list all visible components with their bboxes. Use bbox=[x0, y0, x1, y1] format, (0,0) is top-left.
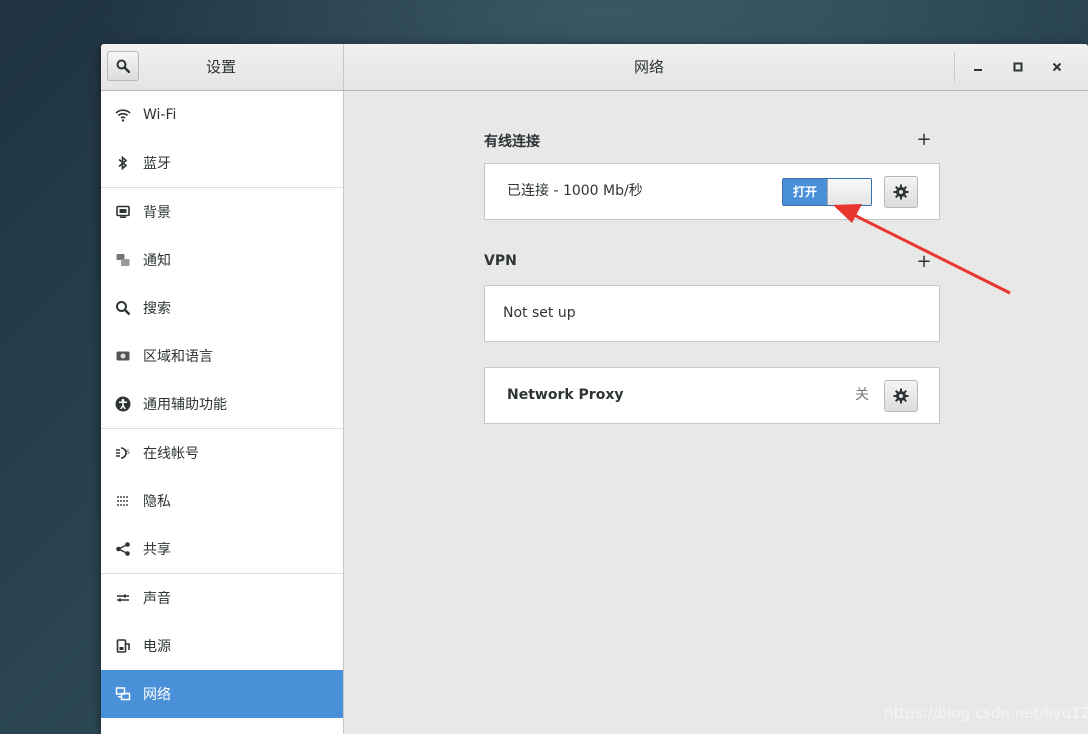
proxy-settings-button[interactable] bbox=[884, 380, 918, 412]
wired-status: 已连接 - 1000 Mb/秒 bbox=[507, 183, 643, 199]
sidebar-item-label: Wi-Fi bbox=[143, 107, 177, 123]
sidebar-item-label: 通用辅助功能 bbox=[143, 397, 227, 413]
page-title: 网络 bbox=[633, 58, 664, 76]
share-icon bbox=[115, 541, 131, 557]
sound-icon bbox=[115, 590, 131, 606]
sidebar-item-label: 电源 bbox=[143, 639, 171, 655]
sidebar-item-privacy[interactable]: 隐私 bbox=[101, 477, 343, 525]
wifi-icon bbox=[115, 107, 131, 123]
vpn-section-title: VPN bbox=[484, 253, 517, 269]
sidebar-item-label: 隐私 bbox=[143, 494, 171, 510]
minimize-icon bbox=[974, 69, 982, 71]
close-icon bbox=[1052, 62, 1062, 72]
header-sidebar-section: 设置 bbox=[101, 44, 344, 90]
add-wired-button[interactable]: + bbox=[915, 129, 933, 150]
vpn-panel: Not set up bbox=[484, 285, 940, 342]
network-icon bbox=[115, 686, 131, 702]
search-icon bbox=[116, 59, 130, 73]
app-title: 设置 bbox=[205, 58, 236, 76]
sidebar-item-region[interactable]: 区域和语言 bbox=[101, 332, 343, 380]
power-icon bbox=[115, 638, 131, 654]
background-icon bbox=[115, 204, 131, 220]
close-button[interactable] bbox=[1045, 55, 1069, 79]
watermark: https://blog.csdn.net/liyu121 bbox=[884, 704, 1088, 722]
sidebar-item-accessibility[interactable]: 通用辅助功能 bbox=[101, 380, 343, 428]
sidebar-item-label: 蓝牙 bbox=[143, 156, 171, 172]
sidebar-item-label: 网络 bbox=[143, 687, 171, 703]
proxy-label: Network Proxy bbox=[507, 387, 624, 403]
sidebar-item-label: 共享 bbox=[143, 542, 171, 558]
sidebar-item-label: 通知 bbox=[143, 253, 171, 269]
search-icon bbox=[115, 300, 131, 316]
privacy-icon bbox=[115, 493, 131, 509]
sidebar-item-label: 搜索 bbox=[143, 301, 171, 317]
sidebar: Wi-Fi 蓝牙 背景 通知 搜索 区域和语言 通用辅助功能 S 在线帐号 隐私… bbox=[101, 91, 344, 734]
sidebar-item-notifications[interactable]: 通知 bbox=[101, 236, 343, 284]
notification-icon bbox=[115, 252, 131, 268]
sidebar-item-label: 在线帐号 bbox=[143, 446, 199, 462]
sidebar-item-label: 区域和语言 bbox=[143, 349, 213, 365]
minimize-button[interactable] bbox=[966, 55, 990, 79]
search-button[interactable] bbox=[107, 51, 139, 81]
sidebar-item-wifi[interactable]: Wi-Fi bbox=[101, 91, 343, 139]
header-separator bbox=[954, 52, 955, 82]
settings-window: 设置 网络 Wi-Fi 蓝牙 背景 通知 搜索 区域和语言 通用辅助功能 S 在… bbox=[101, 44, 1088, 734]
online-accounts-icon: S bbox=[115, 445, 131, 461]
proxy-state: 关 bbox=[855, 387, 869, 403]
sidebar-item-search[interactable]: 搜索 bbox=[101, 284, 343, 332]
network-proxy-row[interactable]: Network Proxy 关 bbox=[484, 367, 940, 424]
switch-knob bbox=[827, 179, 871, 205]
add-vpn-button[interactable]: + bbox=[915, 251, 933, 272]
sidebar-item-sound[interactable]: 声音 bbox=[101, 574, 343, 622]
wired-settings-button[interactable] bbox=[884, 176, 918, 208]
sidebar-item-network[interactable]: 网络 bbox=[101, 670, 343, 718]
switch-on-label: 打开 bbox=[783, 179, 827, 205]
sidebar-item-background[interactable]: 背景 bbox=[101, 188, 343, 236]
wired-toggle-switch[interactable]: 打开 bbox=[782, 178, 872, 206]
sidebar-item-bluetooth[interactable]: 蓝牙 bbox=[101, 139, 343, 187]
wired-section-title: 有线连接 bbox=[484, 134, 540, 150]
wired-connection-panel: 已连接 - 1000 Mb/秒 打开 bbox=[484, 163, 940, 220]
sidebar-item-power[interactable]: 电源 bbox=[101, 622, 343, 670]
network-content: 有线连接 + 已连接 - 1000 Mb/秒 打开 VPN + Not set … bbox=[344, 91, 1088, 734]
svg-text:S: S bbox=[126, 449, 130, 456]
bluetooth-icon bbox=[115, 155, 131, 171]
gear-icon bbox=[893, 388, 909, 404]
maximize-icon bbox=[1013, 62, 1023, 72]
gear-icon bbox=[893, 184, 909, 200]
sidebar-item-sharing[interactable]: 共享 bbox=[101, 525, 343, 573]
vpn-status: Not set up bbox=[503, 305, 576, 321]
sidebar-item-label: 背景 bbox=[143, 205, 171, 221]
accessibility-icon bbox=[115, 396, 131, 412]
maximize-button[interactable] bbox=[1006, 55, 1030, 79]
sidebar-item-label: 声音 bbox=[143, 591, 171, 607]
sidebar-item-online-accounts[interactable]: S 在线帐号 bbox=[101, 429, 343, 477]
region-icon bbox=[115, 348, 131, 364]
header-bar: 设置 网络 bbox=[101, 44, 1088, 91]
